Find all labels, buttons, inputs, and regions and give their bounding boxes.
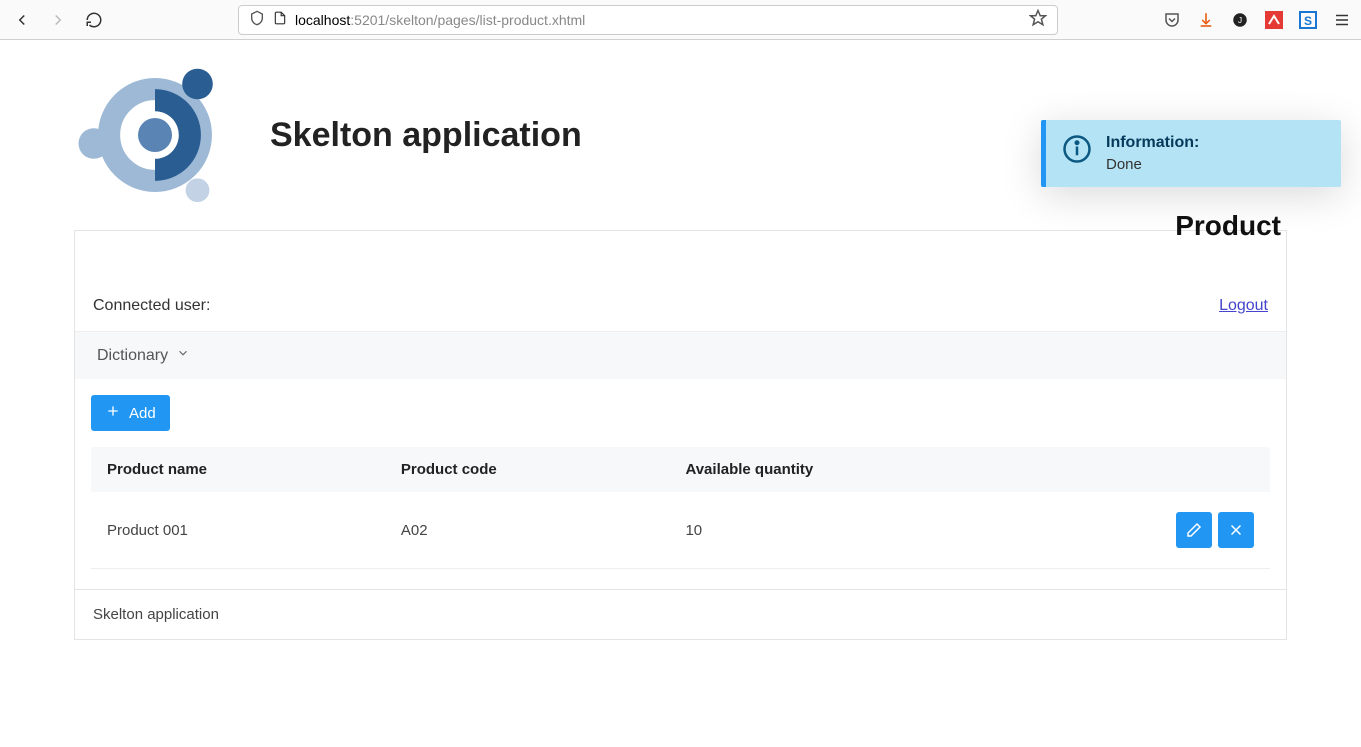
toolbar-right-icons: J S xyxy=(1163,11,1351,29)
shield-icon xyxy=(249,10,265,29)
pocket-icon[interactable] xyxy=(1163,11,1181,29)
app-title: Skelton application xyxy=(270,116,582,155)
url-bar[interactable]: localhost:5201/skelton/pages/list-produc… xyxy=(238,5,1058,35)
svg-text:J: J xyxy=(1238,16,1242,25)
reload-button[interactable] xyxy=(82,8,106,32)
user-bar: Connected user: Logout xyxy=(75,281,1286,331)
chevron-down-icon[interactable] xyxy=(176,346,190,365)
url-text: localhost:5201/skelton/pages/list-produc… xyxy=(295,12,1021,28)
edit-button[interactable] xyxy=(1176,512,1212,548)
info-toast: Information: Done xyxy=(1041,120,1341,187)
cell-available-quantity: 10 xyxy=(669,492,1025,569)
forward-button[interactable] xyxy=(46,8,70,32)
page-title: Product xyxy=(1175,210,1281,242)
plus-icon xyxy=(105,403,121,423)
url-host: localhost xyxy=(295,12,350,28)
toast-body: Done xyxy=(1106,156,1199,173)
download-icon[interactable] xyxy=(1197,11,1215,29)
svg-text:S: S xyxy=(1304,14,1312,28)
add-button-label: Add xyxy=(129,405,156,422)
product-table: Product name Product code Available quan… xyxy=(91,447,1270,569)
cell-product-code: A02 xyxy=(385,492,670,569)
account-icon[interactable]: J xyxy=(1231,11,1249,29)
cell-product-name: Product 001 xyxy=(91,492,385,569)
page-icon xyxy=(273,10,287,29)
url-path: :5201/skelton/pages/list-product.xhtml xyxy=(350,12,585,28)
hamburger-menu-icon[interactable] xyxy=(1333,11,1351,29)
bookmark-star-icon[interactable] xyxy=(1029,9,1047,30)
extension-icon-s[interactable]: S xyxy=(1299,11,1317,29)
col-available-quantity: Available quantity xyxy=(669,447,1025,492)
col-actions xyxy=(1025,447,1270,492)
extension-icon-red[interactable] xyxy=(1265,11,1283,29)
menu-bar: Dictionary xyxy=(75,331,1286,379)
table-row: Product 001 A02 10 xyxy=(91,492,1270,569)
browser-toolbar: localhost:5201/skelton/pages/list-produc… xyxy=(0,0,1361,40)
back-button[interactable] xyxy=(10,8,34,32)
logout-link[interactable]: Logout xyxy=(1219,297,1268,315)
toast-title: Information: xyxy=(1106,134,1199,152)
connected-user-label: Connected user: xyxy=(93,297,210,315)
col-product-name: Product name xyxy=(91,447,385,492)
app-logo xyxy=(70,50,240,220)
info-icon xyxy=(1062,134,1092,164)
add-button[interactable]: Add xyxy=(91,395,170,431)
col-product-code: Product code xyxy=(385,447,670,492)
footer: Skelton application xyxy=(74,590,1287,640)
dictionary-menu[interactable]: Dictionary xyxy=(97,347,168,365)
delete-button[interactable] xyxy=(1218,512,1254,548)
